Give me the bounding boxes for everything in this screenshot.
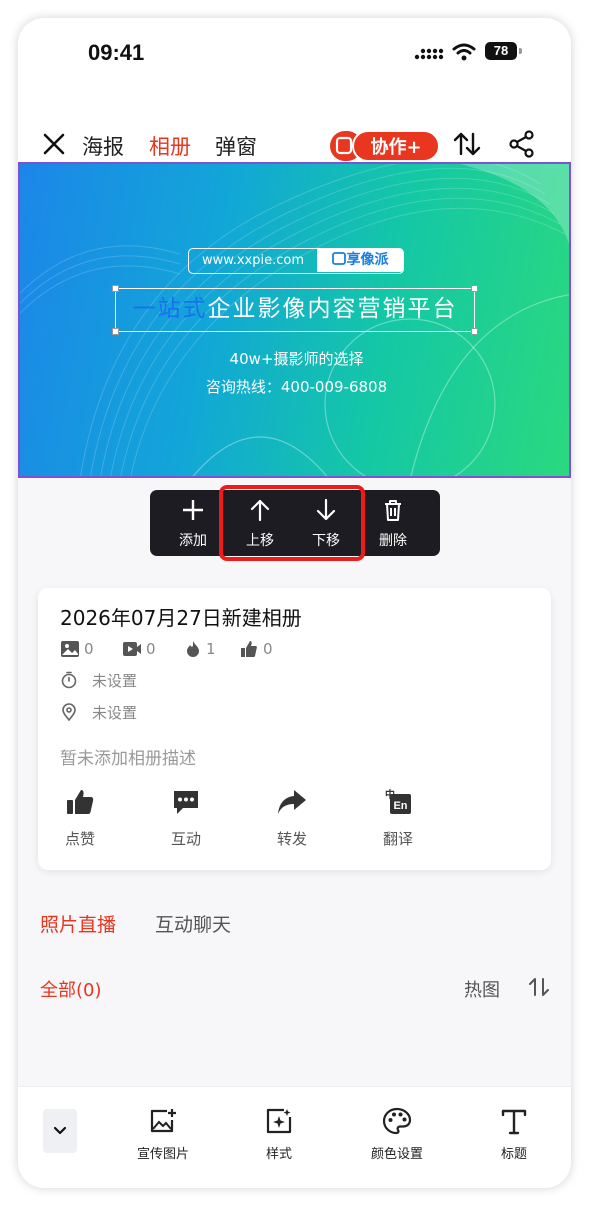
collab-label: 协作+ [352,130,440,162]
title-label: 标题 [500,1147,527,1162]
video-icon [123,642,141,656]
trash-icon [385,500,401,521]
album-info-card: 2026年07月27日新建相册 0 0 1 0 未设置 未设置 暂未添加相册描述… [38,588,551,870]
album-time-value: 未设置 [92,672,138,690]
tab-album[interactable]: 相册 [149,131,191,161]
palette-icon [382,1107,412,1135]
album-location-value: 未设置 [92,704,138,722]
headline-highlight: 一站式 [132,296,208,322]
tab-poster[interactable]: 海报 [82,131,124,161]
svg-text:En: En [393,800,407,812]
plus-icon [183,500,203,520]
thumbs-up-icon [67,790,94,814]
location-pin-icon [62,703,76,721]
phone-screen: 09:41 78 海报 相册 弹窗 协作+ www.xxpie.com 享像派 … [18,18,571,1188]
image-add-icon [150,1109,176,1133]
translate-icon: En 中 [385,788,411,814]
headline-rest: 企业影像内容营销平台 [207,296,458,322]
sort-icon[interactable] [452,130,482,158]
album-banner[interactable]: www.xxpie.com 享像派 一站式企业影像内容营销平台 40w+摄影师的… [18,162,571,478]
style-label: 样式 [265,1147,292,1162]
timer-icon [61,671,77,689]
banner-url: www.xxpie.com [202,253,304,268]
status-time: 09:41 [88,40,145,65]
thumbs-up-small-icon [241,641,257,657]
album-title: 2026年07月27日新建相册 [60,606,302,630]
promo-image-label: 宣传图片 [136,1147,189,1162]
wifi-icon [452,43,476,61]
like-label: 点赞 [64,830,95,848]
title-button[interactable]: 标题 [469,1107,559,1162]
chat-bubble-icon [174,791,198,814]
banner-tagline: 40w+摄影师的选择 [229,350,364,368]
style-sparkle-icon [266,1108,292,1134]
tab-photo-live[interactable]: 照片直播 [40,910,116,937]
text-title-icon [501,1109,527,1135]
share-icon[interactable] [508,130,536,158]
bottom-toolbar: 宣传图片 样式 颜色设置 标题 [18,1086,571,1188]
like-count: 0 [263,640,273,658]
heat-count: 1 [206,640,216,658]
sort-order-icon[interactable] [528,976,550,998]
forward-label: 转发 [276,830,307,848]
forward-arrow-icon [278,790,306,814]
translate-label: 翻译 [382,830,413,848]
video-count: 0 [146,640,156,658]
status-bar: 09:41 78 [18,18,571,90]
delete-label: 删除 [379,533,407,549]
tab-interactive-chat[interactable]: 互动聊天 [155,910,231,937]
filter-hot[interactable]: 热图 [464,976,500,1002]
album-description[interactable]: 暂未添加相册描述 [60,744,196,769]
color-settings-label: 颜色设置 [370,1147,423,1162]
color-settings-button[interactable]: 颜色设置 [352,1107,442,1162]
svg-text:中: 中 [385,788,395,801]
battery-icon: 78 [485,42,517,60]
like-action[interactable]: 点赞 [50,788,110,849]
forward-action[interactable]: 转发 [262,788,322,849]
chevron-down-icon [53,1126,67,1135]
banner-brand: 享像派 [317,249,403,272]
flame-icon [187,641,199,657]
banner-headline: 一站式企业影像内容营销平台 [116,289,474,330]
interact-label: 互动 [170,830,201,848]
interact-action[interactable]: 互动 [156,788,216,849]
move-buttons-highlight [219,485,365,561]
close-icon[interactable] [40,130,68,158]
battery-tip [519,48,522,54]
banner-hotline: 咨询热线：400-009-6808 [205,378,388,396]
banner-brand-text: 享像派 [346,252,389,268]
collapse-button[interactable] [43,1109,77,1153]
promo-image-button[interactable]: 宣传图片 [118,1107,208,1162]
image-icon [61,641,79,657]
translate-action[interactable]: En 中 翻译 [368,788,428,849]
tab-popup[interactable]: 弹窗 [215,131,257,161]
photo-count: 0 [84,640,94,658]
filter-all[interactable]: 全部(0) [40,976,102,1002]
delete-button[interactable]: 删除 [363,498,423,550]
brand-mark-icon [331,252,346,265]
cellular-signal-icon [414,48,444,60]
headline-selection-box[interactable]: 一站式企业影像内容营销平台 [112,285,478,335]
banner-url-box: www.xxpie.com 享像派 [188,248,404,274]
style-button[interactable]: 样式 [234,1107,324,1162]
add-label: 添加 [179,533,207,549]
add-button[interactable]: 添加 [163,498,223,550]
